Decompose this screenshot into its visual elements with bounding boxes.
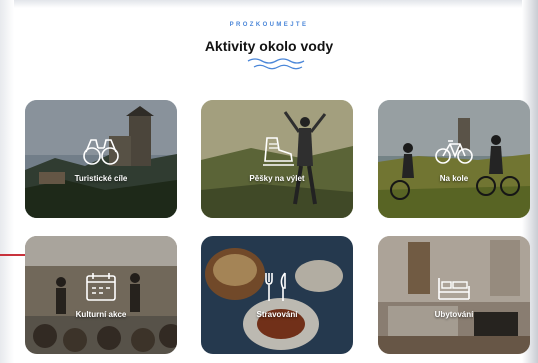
card-ubytovani[interactable]: Ubytování [378, 236, 530, 354]
bicycle-icon [435, 140, 473, 164]
page: PROZKOUMEJTE Aktivity okolo vody Turisti… [0, 0, 538, 363]
card-label: Ubytování [434, 310, 474, 319]
card-label: Pěšky na výlet [249, 174, 305, 183]
card-label: Turistické cíle [74, 174, 128, 183]
hiking-boot-icon [263, 137, 294, 166]
cutlery-icon [265, 272, 286, 301]
card-pesky-na-vylet[interactable]: Pěšky na výlet [201, 100, 353, 218]
card-turisticke-cile[interactable]: Turistické cíle [25, 100, 177, 218]
binoculars-icon [83, 139, 119, 165]
page-edge-left [0, 0, 14, 363]
section-eyebrow: PROZKOUMEJTE [229, 22, 309, 28]
page-edge-top [0, 0, 538, 8]
card-label: Stravování [256, 310, 298, 319]
red-accent-line [0, 254, 26, 256]
card-label: Kulturní akce [75, 310, 127, 319]
card-na-kole[interactable]: Na kole [378, 100, 530, 218]
waves-icon [247, 58, 305, 70]
card-kulturni-akce[interactable]: Kulturní akce [25, 236, 177, 354]
card-stravovani[interactable]: Stravování [201, 236, 353, 354]
section-title: Aktivity okolo vody [204, 38, 334, 54]
card-label: Na kole [439, 174, 469, 183]
calendar-icon [86, 273, 116, 301]
bed-icon [438, 278, 470, 300]
